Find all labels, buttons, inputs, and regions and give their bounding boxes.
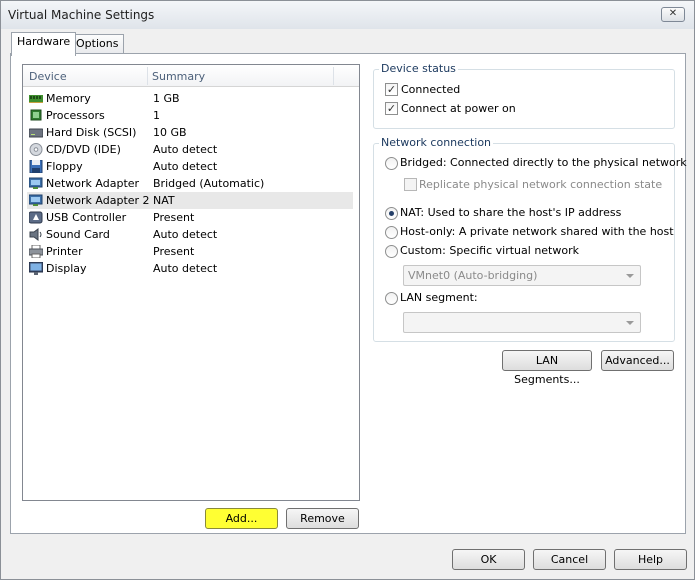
printer-icon xyxy=(29,245,43,258)
custom-radio[interactable] xyxy=(385,245,398,258)
lan-segment-radio[interactable] xyxy=(385,292,398,305)
device-row-printer[interactable]: Printer Present xyxy=(27,243,353,260)
host-only-label[interactable]: Host-only: A private network shared with… xyxy=(400,225,674,238)
bridged-radio[interactable] xyxy=(385,157,398,170)
device-row-floppy[interactable]: Floppy Auto detect xyxy=(27,158,353,175)
lan-segment-select[interactable] xyxy=(403,312,641,333)
lan-segments-button[interactable]: LAN Segments... xyxy=(502,350,592,386)
tab-hardware-label: Hardware xyxy=(17,35,71,48)
hard-disk-icon xyxy=(29,128,43,138)
device-summary: Present xyxy=(153,211,195,224)
chevron-down-icon xyxy=(626,274,634,278)
cancel-button-label: Cancel xyxy=(550,553,589,566)
cancel-button[interactable]: Cancel xyxy=(533,549,606,570)
add-button[interactable]: Add... xyxy=(205,508,278,529)
device-summary: Auto detect xyxy=(153,228,218,241)
add-button-label: Add... xyxy=(225,512,258,525)
device-row-memory[interactable]: Memory 1 GB xyxy=(27,90,353,107)
device-summary: 1 xyxy=(153,109,160,122)
help-button[interactable]: Help xyxy=(614,549,687,570)
close-icon: ✕ xyxy=(668,8,678,19)
custom-network-select[interactable]: VMnet0 (Auto-bridging) xyxy=(403,265,641,286)
device-name: Hard Disk (SCSI) xyxy=(46,126,137,139)
bridged-label[interactable]: Bridged: Connected directly to the physi… xyxy=(400,156,687,169)
tab-options-label: Options xyxy=(76,37,119,50)
column-header-device[interactable]: Device xyxy=(29,70,67,83)
device-summary: Bridged (Automatic) xyxy=(153,177,265,190)
network-connection-label: Network connection xyxy=(379,136,494,149)
device-list-header: Device Summary xyxy=(23,65,359,87)
device-status-group: Device status xyxy=(373,62,675,129)
remove-button-label: Remove xyxy=(300,512,345,525)
ok-button-label: OK xyxy=(480,553,497,566)
device-summary: NAT xyxy=(153,194,175,207)
ok-button[interactable]: OK xyxy=(452,549,525,570)
memory-icon xyxy=(29,95,43,103)
chevron-down-icon xyxy=(626,321,634,325)
advanced-button[interactable]: Advanced... xyxy=(601,350,674,371)
display-icon xyxy=(29,262,43,275)
device-name: Floppy xyxy=(46,160,83,173)
lan-segments-button-label: LAN Segments... xyxy=(514,354,580,386)
device-name: CD/DVD (IDE) xyxy=(46,143,121,156)
usb-icon xyxy=(29,211,43,224)
connected-label[interactable]: Connected xyxy=(401,83,460,96)
lan-segment-label[interactable]: LAN segment: xyxy=(400,291,478,304)
help-button-label: Help xyxy=(637,553,664,566)
device-name: Sound Card xyxy=(46,228,110,241)
network-adapter-icon xyxy=(29,194,43,206)
replicate-state-checkbox[interactable] xyxy=(404,178,417,191)
device-name: Display xyxy=(46,262,87,275)
device-summary: Auto detect xyxy=(153,143,218,156)
title-bar[interactable]: Virtual Machine Settings ✕ xyxy=(1,1,694,29)
device-summary: 10 GB xyxy=(153,126,187,139)
nat-radio[interactable] xyxy=(385,207,398,220)
connected-checkbox[interactable]: ✓ xyxy=(385,83,398,96)
connect-at-power-on-label[interactable]: Connect at power on xyxy=(401,102,516,115)
vm-settings-window: Virtual Machine Settings ✕ Hardware Opti… xyxy=(0,0,695,580)
device-name: Network Adapter xyxy=(46,177,140,190)
column-header-summary[interactable]: Summary xyxy=(152,70,205,83)
device-row-network-adapter-2[interactable]: Network Adapter 2 NAT xyxy=(27,192,353,209)
device-status-label: Device status xyxy=(379,62,458,75)
device-name: Processors xyxy=(46,109,105,122)
column-separator[interactable] xyxy=(333,67,334,85)
advanced-button-label: Advanced... xyxy=(605,354,670,367)
column-separator[interactable] xyxy=(147,67,148,85)
replicate-state-label[interactable]: Replicate physical network connection st… xyxy=(419,178,662,191)
custom-network-value: VMnet0 (Auto-bridging) xyxy=(408,269,538,282)
window-title: Virtual Machine Settings xyxy=(8,8,155,22)
floppy-icon xyxy=(29,160,43,173)
close-button[interactable]: ✕ xyxy=(661,7,685,22)
device-list[interactable]: Device Summary Memory 1 GB Processors 1 … xyxy=(22,64,360,501)
device-summary: Present xyxy=(153,245,195,258)
device-summary: Auto detect xyxy=(153,160,218,173)
host-only-radio[interactable] xyxy=(385,226,398,239)
processor-icon xyxy=(30,109,42,121)
device-name: Network Adapter 2 xyxy=(46,194,150,207)
device-name: Memory xyxy=(46,92,91,105)
tab-hardware[interactable]: Hardware xyxy=(11,32,77,56)
device-row-network-adapter[interactable]: Network Adapter Bridged (Automatic) xyxy=(27,175,353,192)
device-name: Printer xyxy=(46,245,83,258)
device-summary: Auto detect xyxy=(153,262,218,275)
cd-dvd-icon xyxy=(29,143,43,156)
network-adapter-icon xyxy=(29,177,43,189)
device-row-usb-controller[interactable]: USB Controller Present xyxy=(27,209,353,226)
custom-label[interactable]: Custom: Specific virtual network xyxy=(400,244,579,257)
sound-card-icon xyxy=(29,228,42,241)
device-name: USB Controller xyxy=(46,211,127,224)
device-row-processors[interactable]: Processors 1 xyxy=(27,107,353,124)
device-row-sound-card[interactable]: Sound Card Auto detect xyxy=(27,226,353,243)
connect-at-power-on-checkbox[interactable]: ✓ xyxy=(385,102,398,115)
device-summary: 1 GB xyxy=(153,92,180,105)
device-row-cd-dvd[interactable]: CD/DVD (IDE) Auto detect xyxy=(27,141,353,158)
device-row-hard-disk[interactable]: Hard Disk (SCSI) 10 GB xyxy=(27,124,353,141)
device-row-display[interactable]: Display Auto detect xyxy=(27,260,353,277)
remove-button[interactable]: Remove xyxy=(286,508,359,529)
nat-label[interactable]: NAT: Used to share the host's IP address xyxy=(400,206,621,219)
